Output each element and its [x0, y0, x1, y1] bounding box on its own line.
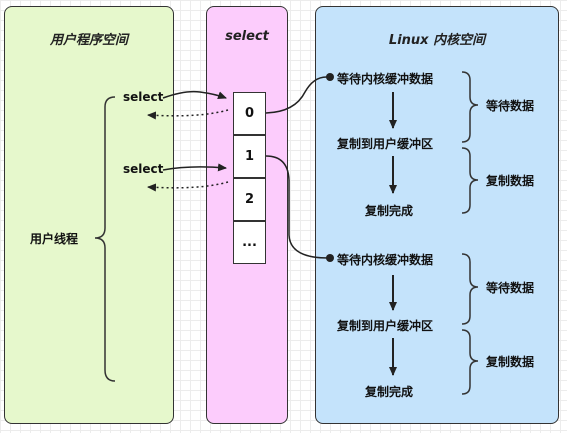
phase-brace [461, 147, 479, 214]
phase-wait-label: 等待数据 [486, 99, 535, 113]
phase-wait-label: 等待数据 [486, 281, 535, 295]
select-call-label-1: select [123, 90, 164, 104]
fd-slot: 1 [233, 135, 266, 178]
phase-brace [461, 71, 479, 143]
select-call-arrow-1 [162, 90, 227, 100]
copy-done-label: 复制完成 [365, 385, 414, 399]
select-return-arrow-2 [147, 181, 229, 192]
phase-brace [461, 253, 479, 325]
select-return-arrow-1 [147, 109, 229, 120]
copy-to-user-label: 复制到用户缓冲区 [337, 319, 434, 333]
copy-done-label: 复制完成 [365, 204, 414, 218]
fd-slot: ... [233, 221, 266, 264]
connector-layer [94, 71, 479, 395]
select-call-label-2: select [123, 162, 164, 176]
slot1-kernel-link [265, 155, 329, 259]
select-call-arrow-2 [162, 163, 227, 172]
user-thread-brace [94, 96, 116, 382]
wait-kernel-buffer-label: 等待内核缓冲数据 [337, 253, 434, 267]
phase-brace [461, 329, 479, 395]
fd-slot: 2 [233, 178, 266, 221]
phase-copy-label: 复制数据 [486, 174, 535, 188]
phase-copy-label: 复制数据 [486, 355, 535, 369]
slot0-kernel-link [265, 76, 329, 114]
fd-slot: 0 [233, 92, 266, 135]
user-thread-label: 用户线程 [30, 232, 79, 246]
copy-to-user-label: 复制到用户缓冲区 [337, 137, 434, 151]
wait-kernel-buffer-label: 等待内核缓冲数据 [337, 72, 434, 86]
